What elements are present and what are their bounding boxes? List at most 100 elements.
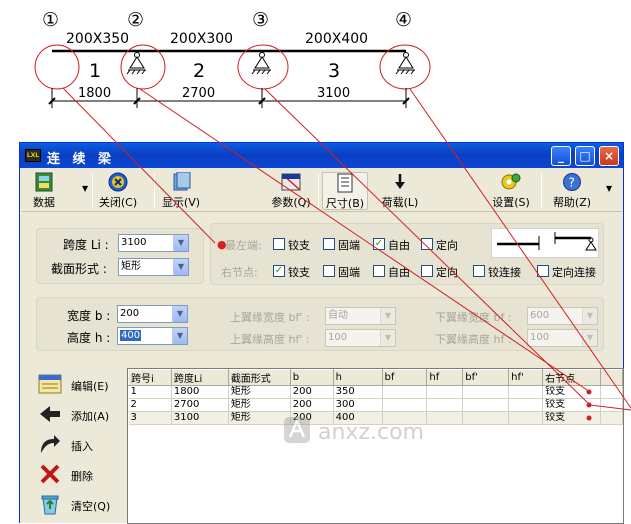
table-cell[interactable]: 200: [290, 385, 334, 399]
table-cell[interactable]: [508, 385, 544, 399]
display-button[interactable]: 显示(V): [159, 172, 203, 210]
span-2-section: 200X300: [170, 31, 233, 47]
table-cell[interactable]: 铰支: [542, 411, 601, 425]
table-cell[interactable]: 矩形: [228, 411, 291, 425]
column-header[interactable]: hf': [508, 369, 544, 386]
svg-text:?: ?: [569, 176, 575, 190]
chevron-down-icon[interactable]: ▼: [172, 328, 187, 344]
right-guided-connection-checkbox[interactable]: [537, 265, 549, 277]
table-cell[interactable]: [462, 398, 510, 412]
settings-button[interactable]: 设置(S): [488, 172, 534, 210]
column-header[interactable]: 跨号i: [128, 369, 172, 386]
right-guided-checkbox[interactable]: [421, 265, 433, 277]
data-dropdown-arrow[interactable]: ▼: [82, 184, 88, 193]
column-header[interactable]: hf: [426, 369, 464, 386]
support-marker-1: ①: [42, 9, 59, 31]
column-header[interactable]: bf: [381, 369, 428, 386]
bottom-flange-width-combo[interactable]: 600 ▼: [527, 307, 598, 325]
bottom-flange-height-combo[interactable]: 100 ▼: [527, 329, 598, 347]
leftmost-pinned-checkbox[interactable]: [273, 238, 285, 250]
title-bar[interactable]: LXL 连 续 梁 _ □ ×: [20, 143, 623, 168]
table-row[interactable]: 2 2700 矩形 200 300 铰支: [128, 398, 624, 412]
table-cell[interactable]: 矩形: [228, 385, 291, 399]
close-tool-button[interactable]: 关闭(C): [97, 172, 139, 210]
table-cell[interactable]: 2: [128, 398, 172, 412]
leftmost-free-checkbox[interactable]: ✓: [373, 238, 385, 250]
leftmost-fixed-checkbox[interactable]: [323, 238, 335, 250]
bottom-flange-height-label: 下翼缘高度 hf :: [435, 333, 512, 346]
load-button[interactable]: 荷载(L): [377, 172, 423, 210]
help-dropdown-arrow[interactable]: ▼: [606, 184, 612, 193]
chevron-down-icon[interactable]: ▼: [173, 235, 188, 251]
chevron-down-icon[interactable]: ▼: [172, 306, 187, 322]
width-label: 宽度 b :: [67, 309, 111, 323]
hinge-support-icon: [395, 52, 415, 75]
column-header[interactable]: 跨度Li: [170, 369, 229, 386]
table-cell[interactable]: 矩形: [228, 398, 291, 412]
table-cell[interactable]: [462, 385, 510, 399]
toolbar-separator: [541, 174, 542, 208]
span-length-combo[interactable]: 3100 ▼: [118, 234, 189, 252]
table-cell[interactable]: 350: [333, 385, 383, 399]
table-cell[interactable]: 3: [128, 411, 172, 425]
column-header[interactable]: bf': [462, 369, 510, 386]
leftmost-guided-checkbox[interactable]: [421, 238, 433, 250]
help-button[interactable]: ? 帮助(Z): [548, 172, 596, 210]
edit-command[interactable]: 编辑(E): [21, 371, 125, 399]
top-flange-height-combo[interactable]: 100 ▼: [325, 329, 396, 347]
params-button[interactable]: 参数(Q): [268, 172, 314, 210]
maximize-button[interactable]: □: [575, 146, 595, 166]
end-condition-preview-icon: [491, 228, 599, 258]
column-header[interactable]: b: [289, 369, 334, 386]
right-free-checkbox[interactable]: [373, 265, 385, 277]
chevron-down-icon: ▼: [582, 308, 597, 324]
data-button[interactable]: 数据: [26, 172, 62, 210]
insert-command[interactable]: 插入: [21, 431, 125, 459]
right-pinned-checkbox[interactable]: ✓: [273, 265, 285, 277]
table-cell[interactable]: [426, 398, 464, 412]
add-command[interactable]: 添加(A): [21, 401, 125, 429]
size-button[interactable]: 尺寸(B): [322, 172, 368, 210]
table-row[interactable]: 1 1800 矩形 200 350 铰支: [128, 385, 624, 399]
table-cell[interactable]: 2700: [171, 398, 229, 412]
table-cell[interactable]: 铰支: [542, 385, 601, 399]
add-arrow-icon: [40, 406, 60, 422]
column-header[interactable]: h: [332, 369, 383, 386]
span-group: 跨度 Li : 3100 ▼ 截面形式 : 矩形 ▼: [36, 228, 204, 284]
column-header[interactable]: 截面形式: [227, 369, 291, 386]
clear-command[interactable]: 清空(Q): [21, 491, 125, 519]
width-combo[interactable]: 200 ▼: [117, 305, 188, 323]
table-cell[interactable]: 铰支: [542, 398, 601, 412]
table-cell[interactable]: [462, 411, 510, 425]
table-cell[interactable]: 1800: [171, 385, 229, 399]
top-flange-width-combo[interactable]: 自动 ▼: [325, 307, 396, 325]
toolbar-separator: [318, 174, 319, 208]
table-cell[interactable]: 3100: [171, 411, 229, 425]
command-panel: 编辑(E) 添加(A) 插入 删除 清空(Q): [21, 371, 125, 524]
delete-command[interactable]: 删除: [21, 461, 125, 489]
right-fixed-checkbox[interactable]: [323, 265, 335, 277]
bottom-flange-width-label: 下翼缘宽度 bf :: [435, 311, 512, 324]
right-hinge-connection-checkbox[interactable]: [473, 265, 485, 277]
support-marker-4: ④: [395, 9, 412, 31]
table-cell[interactable]: 1: [128, 385, 172, 399]
column-header[interactable]: 右节点: [542, 369, 601, 386]
height-combo[interactable]: 400 ▼: [117, 327, 188, 345]
section-type-combo[interactable]: 矩形 ▼: [118, 258, 189, 276]
dimension-line: [48, 88, 410, 108]
span-1-section: 200X350: [66, 31, 129, 47]
table-cell[interactable]: 200: [290, 398, 334, 412]
table-cell[interactable]: [382, 398, 428, 412]
span-1-length: 1800: [78, 86, 111, 101]
watermark: anxz.com: [282, 411, 452, 451]
table-cell[interactable]: [382, 385, 428, 399]
table-cell[interactable]: 300: [333, 398, 383, 412]
settings-gear-icon: [501, 173, 521, 190]
chevron-down-icon[interactable]: ▼: [173, 259, 188, 275]
table-cell[interactable]: [426, 385, 464, 399]
support-highlight-circles: [34, 44, 431, 90]
table-cell[interactable]: [508, 398, 544, 412]
close-button[interactable]: ×: [599, 146, 619, 166]
table-cell[interactable]: [508, 411, 544, 425]
minimize-button[interactable]: _: [551, 146, 571, 166]
